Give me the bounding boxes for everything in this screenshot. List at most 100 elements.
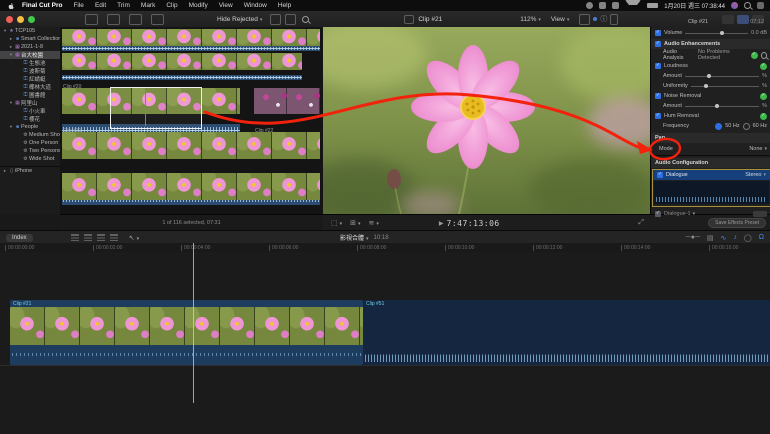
siri-icon[interactable] — [731, 2, 738, 9]
filmstrip-row-2[interactable] — [62, 53, 302, 70]
list-view-button[interactable] — [285, 14, 296, 25]
audio-enhancements-header[interactable]: Audio Enhancements — [651, 39, 770, 49]
sidebar-item-people[interactable]: People — [0, 123, 60, 131]
hum-removal-checkbox[interactable] — [655, 113, 661, 119]
skimming-toggle[interactable]: ∿ — [721, 234, 727, 242]
sidebar-item-2021-1-8[interactable]: 2021-1-8 — [0, 43, 60, 51]
clip22-filmstrip[interactable] — [254, 88, 320, 114]
append-edit-icon[interactable] — [97, 234, 105, 241]
sidebar-item-sakura[interactable]: 櫻花 — [0, 115, 60, 123]
sidebar-item-medium-shot[interactable]: Medium Shot — [0, 131, 60, 139]
sidebar-item-smart-collections[interactable]: Smart Collections — [0, 35, 60, 43]
battery-icon[interactable] — [647, 3, 658, 8]
bluetooth-icon[interactable] — [586, 2, 593, 9]
wifi-icon[interactable] — [625, 0, 641, 11]
sidebar-item-dragonfly[interactable]: 紅蜻蜓 — [0, 75, 60, 83]
menu-file[interactable]: File — [73, 2, 83, 9]
menu-window[interactable]: Window — [244, 2, 267, 9]
audio-skimming-toggle[interactable]: ♪ — [733, 234, 737, 241]
dialogue1-row[interactable]: Dialogue-1 — [651, 209, 770, 219]
info-overlay-icon[interactable]: ⓘ — [600, 14, 607, 24]
range-selection-box[interactable] — [110, 87, 202, 129]
dialogue-channel-row[interactable]: Dialogue Stereo — [653, 170, 770, 180]
menu-view[interactable]: View — [219, 2, 233, 9]
sidebar-item-one-person[interactable]: One Person — [0, 139, 60, 147]
sidebar-item-palm-avenue[interactable]: 椰林大道 — [0, 83, 60, 91]
zoom-window-button[interactable] — [28, 16, 35, 23]
solo-toggle[interactable]: ◯ — [744, 234, 752, 242]
volume-value[interactable]: 0.0 dB — [751, 30, 767, 36]
minimize-window-button[interactable] — [17, 16, 24, 23]
dialogue-checkbox[interactable] — [657, 172, 663, 178]
sidebar-item-wide-shot[interactable]: Wide Shot — [0, 155, 60, 163]
sidebar-item-ntu-campus[interactable]: 台大校園 — [0, 51, 60, 59]
loudness-checkbox[interactable] — [655, 63, 661, 69]
menu-clip[interactable]: Clip — [166, 2, 177, 9]
dialogue-channel-waveform[interactable] — [654, 181, 769, 204]
sidebar-item-alishan[interactable]: 阿里山 — [0, 99, 60, 107]
menu-trim[interactable]: Trim — [117, 2, 130, 9]
dual-viewer-button[interactable] — [579, 14, 590, 25]
save-effects-preset-button[interactable]: Save Effects Preset — [708, 218, 766, 228]
audio-meters-button[interactable] — [610, 14, 618, 25]
sidebar-item-tcp105[interactable]: TCP105 — [0, 27, 60, 35]
volume-icon[interactable] — [655, 30, 661, 36]
menu-help[interactable]: Help — [278, 2, 291, 9]
menu-edit[interactable]: Edit — [95, 2, 106, 9]
pan-header[interactable]: Pan — [651, 133, 770, 143]
freq-50-radio[interactable] — [715, 123, 722, 130]
app-menu-name[interactable]: Final Cut Pro — [22, 2, 62, 9]
menu-bar-clock[interactable]: 1月20日 週三 07:38:44 — [664, 1, 725, 10]
import-media-icon[interactable] — [151, 14, 164, 25]
viewer-zoom-menu[interactable]: 112% — [520, 16, 541, 23]
apple-menu-icon[interactable] — [7, 2, 15, 10]
sidebar-item-train[interactable]: 小火車 — [0, 107, 60, 115]
sidebar-item-cosmos[interactable]: 波斯菊 — [0, 67, 60, 75]
amount-value[interactable]: % — [762, 73, 767, 79]
insert-edit-icon[interactable] — [84, 234, 92, 241]
uniformity-slider[interactable] — [691, 86, 759, 87]
volume-slider[interactable] — [685, 33, 748, 34]
clip21-filmstrip-2[interactable] — [62, 173, 320, 200]
noise-removal-checkbox[interactable] — [655, 93, 661, 99]
overwrite-edit-icon[interactable] — [110, 234, 118, 241]
clip21-filmstrip-1[interactable] — [62, 132, 320, 159]
dialogue-format-popup[interactable]: Stereo — [745, 172, 766, 178]
photos-audio-sidebar-icon[interactable] — [107, 14, 120, 25]
snapping-toggle[interactable]: Ω — [759, 234, 764, 241]
clip-filter-dropdown[interactable]: Hide Rejected — [217, 16, 262, 23]
dialogue1-popup[interactable]: Dialogue-1 — [664, 211, 695, 217]
audio-configuration-header[interactable]: Audio Configuration — [651, 158, 770, 168]
index-button[interactable]: Index — [6, 234, 33, 242]
freq-60-radio[interactable] — [743, 123, 750, 130]
menu-mark[interactable]: Mark — [141, 2, 155, 9]
play-icon[interactable]: ▶ — [439, 220, 444, 227]
connect-edit-icon[interactable] — [71, 234, 79, 241]
zoom-slider-icon[interactable]: ─●─ — [686, 234, 700, 241]
pan-mode-popup[interactable]: None — [749, 146, 767, 152]
timeline-clip-21[interactable]: Clip #21 — [10, 300, 363, 365]
crop-popup-button[interactable]: ⊞ — [350, 219, 360, 227]
keyboard-input-icon[interactable] — [612, 2, 619, 9]
analyze-icon[interactable] — [761, 52, 767, 59]
titles-generators-sidebar-icon[interactable] — [129, 14, 142, 25]
dialogue1-checkbox[interactable] — [655, 211, 661, 217]
clip-role-badge[interactable] — [753, 211, 767, 217]
media-sidebar-toggle-icon[interactable] — [85, 14, 98, 25]
noise-amount-value[interactable]: % — [762, 103, 767, 109]
filmstrip-row-1[interactable] — [62, 29, 320, 46]
noise-amount-slider[interactable] — [685, 106, 759, 107]
transform-popup-button[interactable]: ⬚ — [331, 219, 342, 227]
timeline-playhead[interactable] — [193, 243, 194, 403]
filmstrip-view-button[interactable] — [270, 14, 281, 25]
sidebar-item-iphone[interactable]: iPhone — [0, 167, 60, 175]
close-window-button[interactable] — [6, 16, 13, 23]
spotlight-search-icon[interactable] — [744, 2, 751, 9]
timeline-clip-51[interactable]: Clip #51 — [363, 300, 770, 365]
sidebar-item-library-bldg[interactable]: 圖書館 — [0, 91, 60, 99]
control-center-icon[interactable] — [757, 2, 764, 9]
amount-slider[interactable] — [685, 76, 759, 77]
sidebar-item-ecology-pond[interactable]: 生態池 — [0, 59, 60, 67]
uniformity-value[interactable]: % — [762, 83, 767, 89]
distort-popup-button[interactable]: ≋ — [369, 219, 379, 227]
